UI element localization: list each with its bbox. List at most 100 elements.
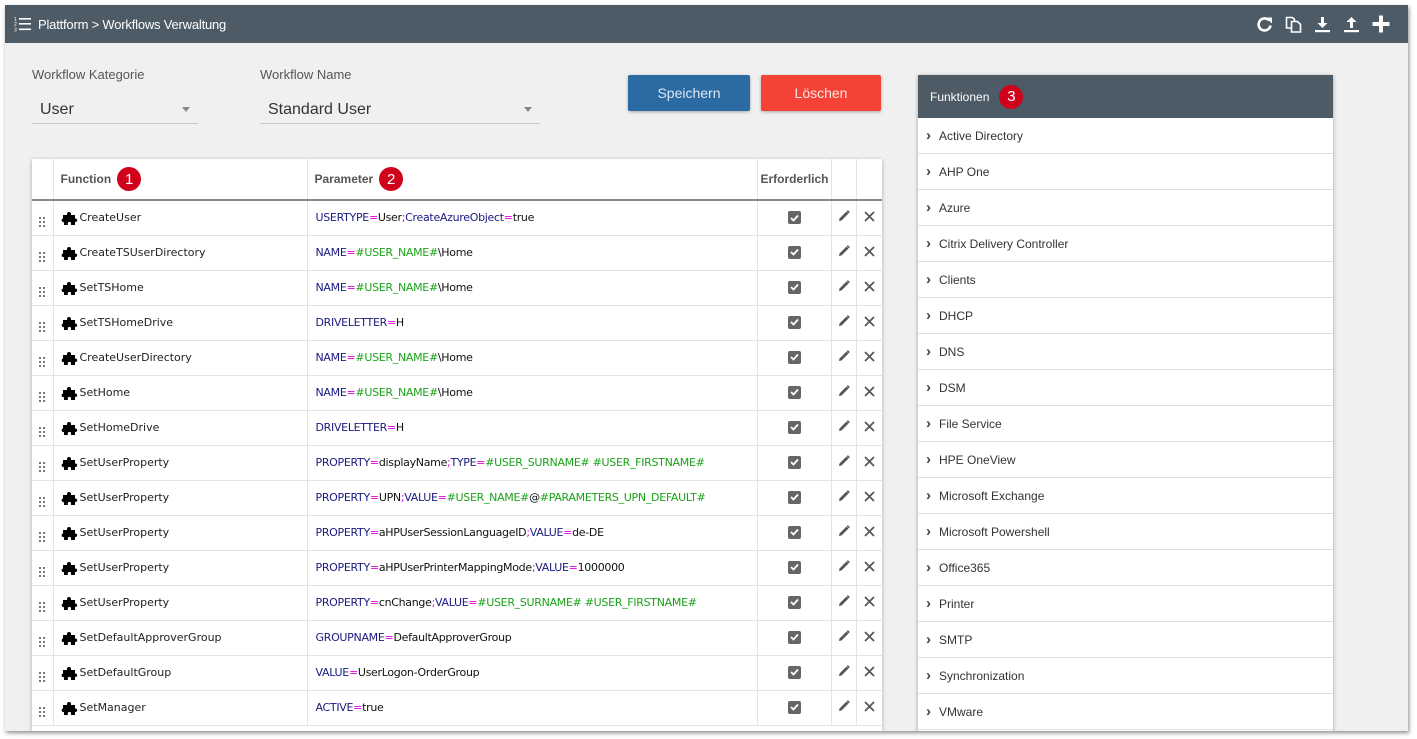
edit-button[interactable] [831, 585, 857, 620]
drag-handle[interactable] [32, 305, 54, 340]
remove-button[interactable] [856, 690, 882, 725]
table-row[interactable]: SetHome NAME=#USER_NAME#\Home [32, 375, 882, 410]
function-category-item[interactable]: › Synchronization [918, 658, 1333, 694]
function-category-item[interactable]: › DHCP [918, 298, 1333, 334]
remove-button[interactable] [856, 515, 882, 550]
remove-button[interactable] [856, 200, 882, 235]
table-row[interactable]: CreateTSUserDirectory NAME=#USER_NAME#\H… [32, 235, 882, 270]
table-row[interactable]: SetUserProperty PROPERTY=displayName;TYP… [32, 445, 882, 480]
remove-button[interactable] [856, 620, 882, 655]
delete-button[interactable]: Löschen [761, 75, 881, 111]
function-category-item[interactable]: › Active Directory [918, 118, 1333, 154]
drag-handle[interactable] [32, 480, 54, 515]
required-checkbox[interactable] [787, 385, 801, 399]
table-row[interactable]: SetUserProperty PROPERTY=cnChange;VALUE=… [32, 585, 882, 620]
remove-button[interactable] [856, 480, 882, 515]
edit-button[interactable] [831, 270, 857, 305]
table-row[interactable]: SetManager ACTIVE=true [32, 690, 882, 725]
remove-button[interactable] [856, 340, 882, 375]
function-category-item[interactable]: › Microsoft Exchange [918, 478, 1333, 514]
workflow-category-select[interactable]: User [32, 96, 198, 124]
edit-button[interactable] [831, 410, 857, 445]
function-column-header[interactable]: Function 1 [53, 159, 308, 200]
edit-button[interactable] [831, 305, 857, 340]
edit-button[interactable] [831, 200, 857, 235]
required-checkbox[interactable] [787, 455, 801, 469]
edit-button[interactable] [831, 375, 857, 410]
edit-button[interactable] [831, 655, 857, 690]
drag-handle[interactable] [32, 270, 54, 305]
drag-handle[interactable] [32, 200, 54, 235]
function-category-item[interactable]: › Citrix Delivery Controller [918, 226, 1333, 262]
function-category-item[interactable]: › Clients [918, 262, 1333, 298]
function-category-item[interactable]: › File Service [918, 406, 1333, 442]
required-checkbox[interactable] [787, 280, 801, 294]
function-category-item[interactable]: › Office365 [918, 550, 1333, 586]
add-button[interactable] [1371, 14, 1390, 34]
edit-button[interactable] [831, 620, 857, 655]
parameter-column-header[interactable]: Parameter 2 [307, 159, 758, 200]
table-row[interactable]: SetTSHome NAME=#USER_NAME#\Home [32, 270, 882, 305]
function-category-item[interactable]: › Printer [918, 586, 1333, 622]
upload-button[interactable] [1342, 14, 1361, 34]
table-row[interactable]: CreateUserDirectory NAME=#USER_NAME#\Hom… [32, 340, 882, 375]
required-checkbox[interactable] [787, 245, 801, 259]
edit-button[interactable] [831, 550, 857, 585]
drag-handle[interactable] [32, 235, 54, 270]
remove-button[interactable] [856, 305, 882, 340]
function-category-item[interactable]: › SMTP [918, 622, 1333, 658]
table-row[interactable]: CreateUser USERTYPE=User;CreateAzureObje… [32, 200, 882, 235]
required-column-header[interactable]: Erforderlich [757, 159, 832, 200]
table-row[interactable]: SetDefaultApproverGroup GROUPNAME=Defaul… [32, 620, 882, 655]
drag-handle[interactable] [32, 410, 54, 445]
function-category-item[interactable]: › DNS [918, 334, 1333, 370]
function-category-item[interactable]: › Microsoft Powershell [918, 514, 1333, 550]
required-checkbox[interactable] [787, 665, 801, 679]
drag-handle[interactable] [32, 690, 54, 725]
drag-handle[interactable] [32, 655, 54, 690]
edit-button[interactable] [831, 515, 857, 550]
remove-button[interactable] [856, 410, 882, 445]
required-checkbox[interactable] [787, 420, 801, 434]
function-category-item[interactable]: › DSM [918, 370, 1333, 406]
drag-handle[interactable] [32, 620, 54, 655]
required-checkbox[interactable] [787, 490, 801, 504]
drag-handle[interactable] [32, 375, 54, 410]
drag-handle[interactable] [32, 515, 54, 550]
numbered-list-icon[interactable]: 1 2 3 [14, 16, 32, 34]
edit-button[interactable] [831, 445, 857, 480]
drag-handle[interactable] [32, 340, 54, 375]
remove-button[interactable] [856, 270, 882, 305]
required-checkbox[interactable] [787, 700, 801, 714]
remove-button[interactable] [856, 235, 882, 270]
save-button[interactable]: Speichern [628, 75, 750, 111]
table-row[interactable]: SetDefaultGroup VALUE=UserLogon-OrderGro… [32, 655, 882, 690]
remove-button[interactable] [856, 445, 882, 480]
edit-button[interactable] [831, 690, 857, 725]
workflow-name-select[interactable]: Standard User [260, 96, 540, 124]
drag-handle[interactable] [32, 550, 54, 585]
remove-button[interactable] [856, 655, 882, 690]
remove-button[interactable] [856, 375, 882, 410]
download-button[interactable] [1313, 14, 1332, 34]
required-checkbox[interactable] [787, 315, 801, 329]
table-row[interactable]: SetHomeDrive DRIVELETTER=H [32, 410, 882, 445]
function-category-item[interactable]: › HPE OneView [918, 442, 1333, 478]
required-checkbox[interactable] [787, 350, 801, 364]
refresh-button[interactable] [1255, 14, 1274, 34]
edit-button[interactable] [831, 235, 857, 270]
function-category-item[interactable]: › Azure [918, 190, 1333, 226]
table-row[interactable]: SetTSHomeDrive DRIVELETTER=H [32, 305, 882, 340]
required-checkbox[interactable] [787, 595, 801, 609]
required-checkbox[interactable] [787, 525, 801, 539]
remove-button[interactable] [856, 550, 882, 585]
required-checkbox[interactable] [787, 630, 801, 644]
edit-button[interactable] [831, 480, 857, 515]
drag-handle[interactable] [32, 445, 54, 480]
function-category-item[interactable]: › AHP One [918, 154, 1333, 190]
edit-button[interactable] [831, 340, 857, 375]
required-checkbox[interactable] [787, 211, 801, 224]
table-row[interactable]: SetUserProperty PROPERTY=aHPUserSessionL… [32, 515, 882, 550]
copy-button[interactable] [1284, 14, 1303, 34]
function-category-item[interactable]: › VMware [918, 694, 1333, 730]
